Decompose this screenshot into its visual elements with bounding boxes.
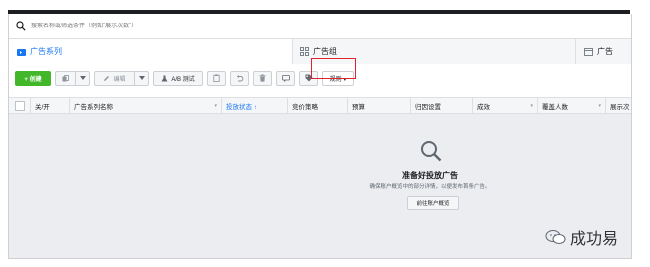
table-header: 关/开 广告系列名称 ▾ 投放状态 ↑ 竞价策略 预算 归因设置 成效 ▾ 覆盖人数… [9, 97, 631, 114]
folder-icon [17, 48, 26, 56]
watermark: 成功易 [545, 225, 618, 249]
undo-icon [236, 74, 243, 81]
chevron-down-icon [79, 76, 86, 80]
column-header[interactable]: 成效 ▾ [473, 98, 538, 113]
column-header[interactable]: 覆盖人数 ▾ [538, 98, 606, 113]
column-header[interactable]: 关/开 [31, 98, 70, 113]
table-empty-area: 准备好投放广告 确保账户概览中的部分详情，以便发布首条广告。 前往账户概览 [9, 114, 631, 258]
tab-ads[interactable]: 广告 [575, 39, 631, 64]
create-button[interactable]: + 创建 [15, 70, 51, 86]
column-header-label: 成效 [477, 103, 490, 111]
pencil-icon [104, 75, 110, 81]
chevron-down-icon [138, 76, 145, 80]
select-all-checkbox-cell [9, 98, 31, 113]
duplicate-dropdown-button[interactable] [75, 70, 90, 86]
preview-button[interactable] [276, 70, 295, 86]
chevron-down-icon: ▾ [530, 103, 533, 109]
column-header[interactable]: 预算 [348, 98, 411, 113]
flask-icon [161, 75, 168, 81]
clipboard-icon [213, 74, 220, 82]
column-header-label: 广告系列名称 [74, 103, 113, 111]
search-icon [16, 21, 26, 31]
clipboard-button[interactable] [207, 70, 226, 86]
chevron-down-icon: ▾ [598, 103, 601, 109]
edit-button[interactable]: 编辑 [94, 70, 134, 86]
ab-test-button[interactable]: A/B 测试 [153, 70, 203, 86]
grid-icon [300, 47, 309, 56]
chevron-down-icon: ▾ [214, 103, 217, 109]
column-header[interactable]: 展示次 [606, 98, 631, 113]
empty-state-title: 准备好投放广告 [402, 171, 458, 180]
ads-manager-panel: 广告系列 广告组 广告 + 创建 编辑 [8, 14, 632, 259]
edit-label: 编辑 [113, 76, 126, 83]
tab-label: 广告 [597, 47, 613, 56]
empty-state-description: 确保账户概览中的部分详情，以便发布首条广告。 [369, 184, 491, 190]
select-all-checkbox[interactable] [14, 100, 25, 111]
edit-dropdown-button[interactable] [134, 70, 149, 86]
rules-highlight-box [311, 58, 356, 79]
ad-icon [584, 47, 593, 56]
tab-label: 广告组 [313, 47, 337, 56]
column-header-sorted[interactable]: 投放状态 ↑ [222, 98, 288, 113]
column-header-label: 覆盖人数 [542, 103, 568, 111]
trash-icon [259, 74, 266, 82]
column-header[interactable]: 归因设置 [411, 98, 473, 113]
watermark-text: 成功易 [570, 231, 619, 248]
undo-button[interactable] [230, 70, 249, 86]
column-header[interactable]: 竞价策略 [288, 98, 348, 113]
duplicate-button[interactable] [55, 70, 75, 86]
delete-button[interactable] [253, 70, 272, 86]
ab-test-label: A/B 测试 [171, 76, 195, 83]
search-icon [421, 141, 442, 162]
preview-icon [281, 74, 290, 82]
tab-label: 广告系列 [30, 47, 62, 56]
duplicate-icon [62, 74, 69, 81]
column-header[interactable]: 广告系列名称 ▾ [70, 98, 222, 113]
search-input[interactable] [31, 23, 431, 29]
go-to-account-overview-button[interactable]: 前往账户概览 [407, 196, 459, 210]
tab-campaigns[interactable]: 广告系列 [9, 39, 292, 64]
wechat-icon [545, 230, 566, 244]
search-bar [9, 14, 631, 39]
